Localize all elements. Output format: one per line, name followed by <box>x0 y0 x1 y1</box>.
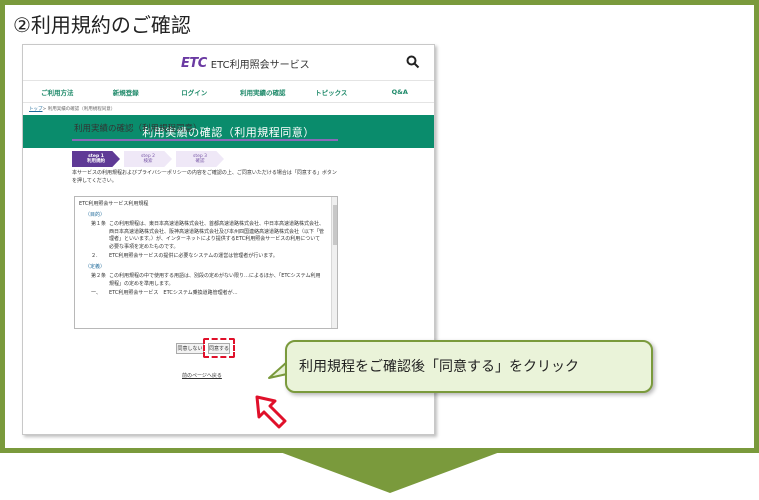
breadcrumb-current: > 利用実績の確認（利用規程同意） <box>42 107 116 112</box>
clause-number: 第１条 <box>91 221 107 227</box>
terms-heading: ETC利用照会サービス利用規程 <box>79 201 149 207</box>
terms-section-purpose: （目的） <box>85 211 106 218</box>
nav-item-register[interactable]: 新規登録 <box>92 81 161 102</box>
clause-text: ETC利用照会サービスの提供に必要なシステムの運営は管理者が行います。 <box>109 253 278 259</box>
pointer-arrow-icon <box>255 395 287 429</box>
nav-item-login[interactable]: ログイン <box>160 81 229 102</box>
breadcrumb-top-link[interactable]: トップ <box>29 106 43 112</box>
nav-item-usage[interactable]: 利用実績の確認 <box>229 81 298 102</box>
nav-item-qa[interactable]: Q&A <box>366 81 435 102</box>
step-indicator: step 1 利用規約 step 2 検索 step 3 確認 <box>72 151 228 167</box>
clause-number: ２. <box>91 253 98 259</box>
logo-name: ETC利用照会サービス <box>210 60 310 71</box>
site-logo[interactable]: ETC ETC利用照会サービス <box>181 56 310 71</box>
nav-item-topics[interactable]: トピックス <box>297 81 366 102</box>
step-3-label: 確認 <box>195 159 205 164</box>
clause-number: 一、 <box>91 290 102 296</box>
terms-scrollbox[interactable]: ETC利用照会サービス利用規程 （目的） 第１条 この利用規程は、東日本高速道路… <box>74 196 338 329</box>
disagree-button[interactable]: 同意しない <box>176 343 204 354</box>
step-1: step 1 利用規約 <box>72 151 120 167</box>
terms-section-definition: （定義） <box>85 263 106 270</box>
agree-button-highlight <box>203 338 235 358</box>
next-step-arrow <box>280 452 500 493</box>
back-link[interactable]: 前のページへ戻る <box>182 372 222 379</box>
terms-clause: 第２条 この利用規程の中で使用する用語は、別段の定めがない限り…によるほか、「E… <box>91 273 325 288</box>
step-2-label: 検索 <box>143 159 153 164</box>
terms-scroll-thumb[interactable] <box>333 205 337 245</box>
step-2: step 2 検索 <box>124 151 172 167</box>
terms-clause: 第１条 この利用規程は、東日本高速道路株式会社、首都高速道路株式会社、中日本高速… <box>91 221 325 251</box>
main-nav: ご利用方法 新規登録 ログイン 利用実績の確認 トピックス Q&A <box>23 81 434 103</box>
step-3: step 3 確認 <box>176 151 224 167</box>
nav-item-howto[interactable]: ご利用方法 <box>23 81 92 102</box>
section-divider <box>72 139 338 141</box>
clause-text: この利用規程は、東日本高速道路株式会社、首都高速道路株式会社、中日本高速道路株式… <box>109 221 325 250</box>
site-header: ETC ETC利用照会サービス <box>23 45 434 81</box>
breadcrumb: トップ > 利用実績の確認（利用規程同意） <box>23 103 434 115</box>
agreement-instruction: 本サービスの利用規程およびプライバシーポリシーの内容をご確認の上、ご同意いただけ… <box>72 170 337 184</box>
logo-mark: ETC <box>181 56 207 71</box>
callout-text: 利用規程をご確認後「同意する」をクリック <box>299 359 579 375</box>
clause-text: この利用規程の中で使用する用語は、別段の定めがない限り…によるほか、「ETCシス… <box>109 273 321 287</box>
clause-text: ETC利用照会サービス ETCシステム乗換道路管理者が… <box>109 290 238 296</box>
terms-clause: ２. ETC利用照会サービスの提供に必要なシステムの運営は管理者が行います。 <box>91 253 325 261</box>
terms-clause: 一、 ETC利用照会サービス ETCシステム乗換道路管理者が… <box>91 290 325 298</box>
section-title: 利用実績の確認（利用規程同意） <box>74 124 202 134</box>
search-icon[interactable] <box>406 55 420 69</box>
clause-number: 第２条 <box>91 273 107 279</box>
step-title: ②利用規約のご確認 <box>13 13 191 37</box>
instruction-callout: 利用規程をご確認後「同意する」をクリック <box>285 340 653 393</box>
step-1-label: 利用規約 <box>87 159 105 164</box>
terms-scrollbar[interactable] <box>331 197 337 328</box>
